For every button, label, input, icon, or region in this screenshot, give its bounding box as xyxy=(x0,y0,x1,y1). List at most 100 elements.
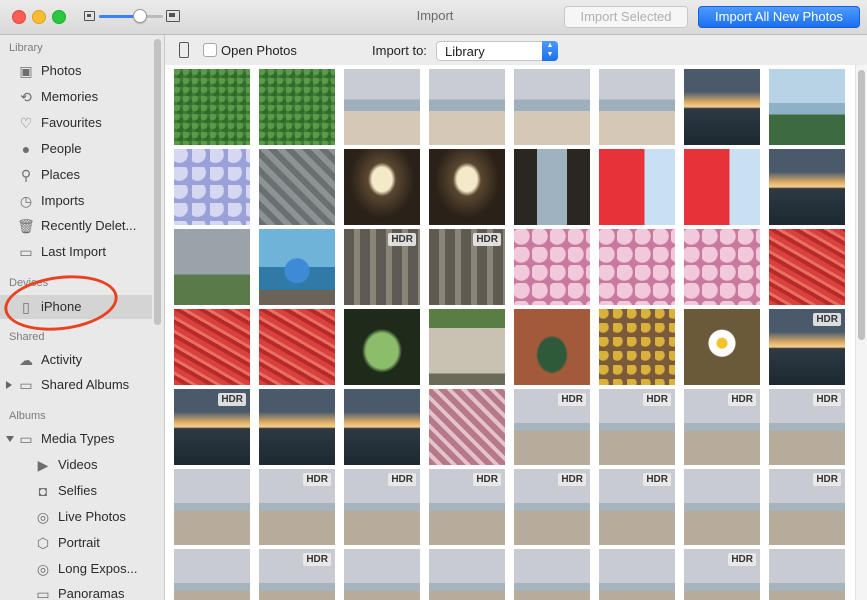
photo-thumbnail[interactable] xyxy=(514,309,590,385)
photo-thumbnail[interactable] xyxy=(684,69,760,145)
sidebar-item-places[interactable]: ⚲ Places xyxy=(0,163,152,187)
sidebar-item-selfies[interactable]: ◘ Selfies xyxy=(0,479,152,503)
thumbnail-size-slider[interactable] xyxy=(99,15,163,18)
sidebar-item-label: Last Import xyxy=(41,244,107,260)
minimize-window-button[interactable] xyxy=(32,10,46,24)
memories-icon: ⟲ xyxy=(20,88,32,105)
grid-scrollbar-thumb[interactable] xyxy=(858,70,865,340)
photo-thumbnail[interactable] xyxy=(429,389,505,465)
photo-thumbnail[interactable] xyxy=(769,549,845,600)
sidebar-item-memories[interactable]: ⟲ Memories xyxy=(0,85,152,109)
photo-thumbnail[interactable] xyxy=(599,69,675,145)
photo-thumbnail[interactable] xyxy=(429,549,505,600)
photo-thumbnail[interactable]: HDR xyxy=(429,229,505,305)
photo-thumbnail[interactable] xyxy=(259,149,335,225)
folder-icon: ▭ xyxy=(19,431,33,447)
sidebar-item-photos[interactable]: ▣ Photos xyxy=(0,59,152,83)
photo-thumbnail[interactable] xyxy=(344,69,420,145)
photo-thumbnail[interactable]: HDR xyxy=(684,389,760,465)
sidebar-item-label: Favourites xyxy=(41,114,102,130)
photo-thumbnail[interactable] xyxy=(514,149,590,225)
photo-thumbnail[interactable] xyxy=(684,469,760,545)
album-icon: ▭ xyxy=(19,244,33,261)
sidebar-item-shared-albums[interactable]: ▭ Shared Albums xyxy=(0,373,152,397)
photo-thumbnail[interactable] xyxy=(259,229,335,305)
photo-thumbnail[interactable]: HDR xyxy=(599,469,675,545)
cloud-icon: ☁ xyxy=(19,352,33,368)
photo-thumbnail[interactable] xyxy=(514,69,590,145)
photo-thumbnail[interactable] xyxy=(259,389,335,465)
photo-thumbnail[interactable]: HDR xyxy=(514,469,590,545)
photo-thumbnail[interactable] xyxy=(174,469,250,545)
sidebar-item-label: Long Expos... xyxy=(58,560,138,576)
photo-thumbnail[interactable] xyxy=(769,229,845,305)
open-photos-checkbox[interactable] xyxy=(203,43,217,57)
sidebar-item-videos[interactable]: ▶ Videos xyxy=(0,453,152,477)
photo-thumbnail[interactable] xyxy=(684,149,760,225)
photo-thumbnail[interactable] xyxy=(599,149,675,225)
photo-thumbnail[interactable] xyxy=(514,229,590,305)
photo-thumbnail[interactable] xyxy=(429,309,505,385)
cloud-folder-icon: ▭ xyxy=(19,377,33,393)
sidebar-item-live-photos[interactable]: ◎ Live Photos xyxy=(0,505,152,529)
photo-thumbnail[interactable] xyxy=(684,309,760,385)
photo-thumbnail[interactable] xyxy=(344,549,420,600)
live-icon: ◎ xyxy=(36,508,50,525)
photo-thumbnail[interactable] xyxy=(259,69,335,145)
trash-icon: 🗑 xyxy=(17,218,35,235)
photo-thumbnail[interactable]: HDR xyxy=(344,229,420,305)
photo-thumbnail[interactable] xyxy=(174,149,250,225)
sidebar-item-last-import[interactable]: ▭ Last Import xyxy=(0,240,152,264)
sidebar-item-panoramas[interactable]: ▭ Panoramas xyxy=(0,582,152,600)
photo-thumbnail[interactable]: HDR xyxy=(769,469,845,545)
photo-thumbnail[interactable]: HDR xyxy=(769,389,845,465)
photo-thumbnail[interactable]: HDR xyxy=(429,469,505,545)
zoom-window-button[interactable] xyxy=(52,10,66,24)
photo-thumbnail[interactable] xyxy=(344,389,420,465)
disclosure-closed-icon[interactable] xyxy=(6,381,12,389)
photo-thumbnail[interactable]: HDR xyxy=(174,389,250,465)
photo-thumbnail[interactable] xyxy=(684,229,760,305)
slider-thumb[interactable] xyxy=(133,9,148,23)
import-selected-button[interactable]: Import Selected xyxy=(564,6,688,28)
sidebar-item-people[interactable]: ● People xyxy=(0,137,152,161)
photo-thumbnail[interactable] xyxy=(769,69,845,145)
photo-thumbnail[interactable] xyxy=(174,69,250,145)
sidebar-item-long-expos[interactable]: ◎ Long Expos... xyxy=(0,557,152,581)
close-window-button[interactable] xyxy=(12,10,26,24)
photo-thumbnail[interactable]: HDR xyxy=(599,389,675,465)
sidebar-item-recently-delet[interactable]: 🗑 Recently Delet... xyxy=(0,214,152,238)
hdr-badge: HDR xyxy=(473,233,501,246)
sidebar-item-imports[interactable]: ◷ Imports xyxy=(0,189,152,213)
photo-thumbnail[interactable] xyxy=(429,69,505,145)
sidebar-scrollbar[interactable] xyxy=(154,39,161,325)
sidebar-item-media-types[interactable]: ▭ Media Types xyxy=(0,427,152,451)
photo-thumbnail[interactable]: HDR xyxy=(259,469,335,545)
sidebar-item-activity[interactable]: ☁ Activity xyxy=(0,348,152,372)
photo-thumbnail[interactable] xyxy=(429,149,505,225)
sidebar-item-label: Memories xyxy=(41,88,99,104)
photo-thumbnail[interactable]: HDR xyxy=(259,549,335,600)
photo-thumbnail[interactable] xyxy=(599,549,675,600)
photo-thumbnail[interactable] xyxy=(174,229,250,305)
photo-thumbnail[interactable]: HDR xyxy=(684,549,760,600)
disclosure-open-icon[interactable] xyxy=(6,436,14,442)
video-icon: ▶ xyxy=(37,456,49,473)
photo-thumbnail[interactable]: HDR xyxy=(769,309,845,385)
import-to-select[interactable]: Library ▲ ▼ xyxy=(436,41,558,61)
photo-thumbnail[interactable] xyxy=(174,549,250,600)
photo-thumbnail[interactable] xyxy=(344,149,420,225)
photo-thumbnail[interactable]: HDR xyxy=(344,469,420,545)
photo-thumbnail[interactable] xyxy=(599,309,675,385)
photo-thumbnail[interactable] xyxy=(344,309,420,385)
sidebar-item-portrait[interactable]: ⬡ Portrait xyxy=(0,531,152,555)
photo-thumbnail[interactable] xyxy=(769,149,845,225)
photo-thumbnail[interactable] xyxy=(174,309,250,385)
import-all-new-photos-button[interactable]: Import All New Photos xyxy=(698,6,860,28)
photo-thumbnail[interactable] xyxy=(259,309,335,385)
chevron-updown-icon: ▲ ▼ xyxy=(542,41,558,61)
photo-thumbnail[interactable] xyxy=(514,549,590,600)
sidebar-item-favourites[interactable]: ♡ Favourites xyxy=(0,111,152,135)
photo-thumbnail[interactable] xyxy=(599,229,675,305)
photo-thumbnail[interactable]: HDR xyxy=(514,389,590,465)
